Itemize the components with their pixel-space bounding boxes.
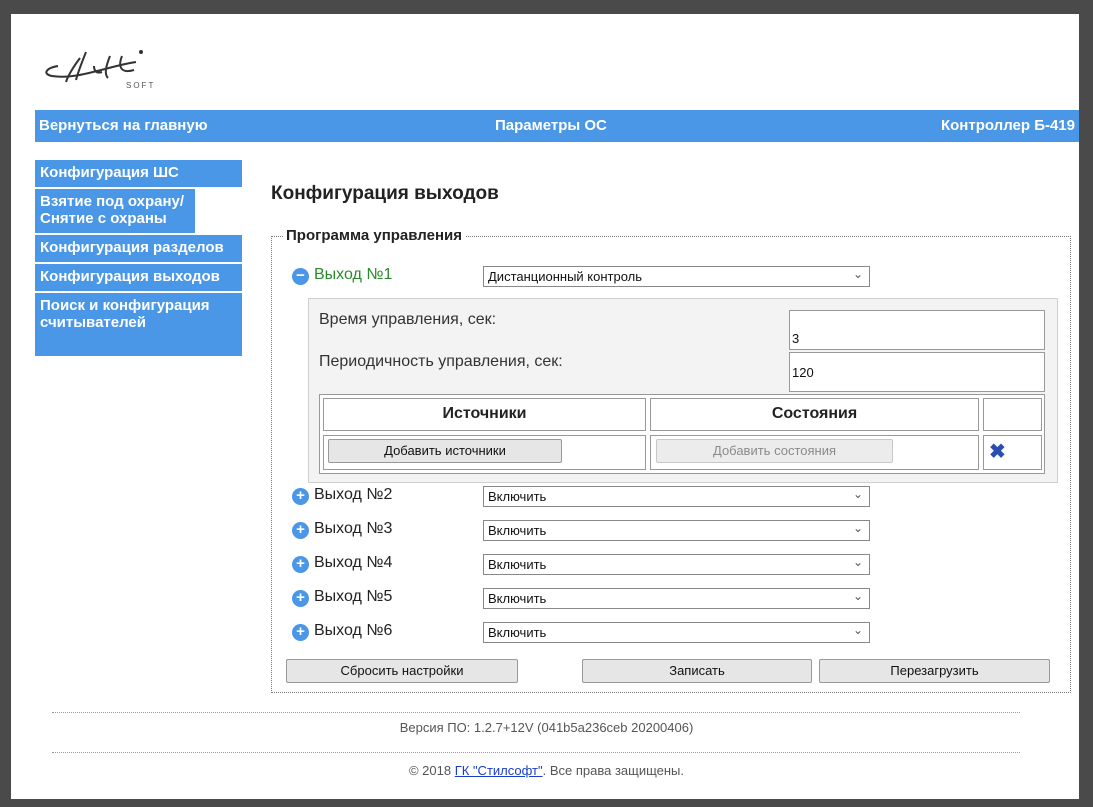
window-frame-top <box>0 0 1093 14</box>
page-section-title: Параметры ОС <box>495 117 607 134</box>
copyright-suffix: . Все права защищены. <box>542 763 685 778</box>
top-navigation-bar: Вернуться на главную Параметры ОС Контро… <box>35 110 1079 142</box>
output-label[interactable]: Выход №2 <box>314 486 392 504</box>
device-title: Контроллер Б-419 <box>940 117 1075 134</box>
output-label[interactable]: Выход №5 <box>314 588 392 606</box>
select-value: Включить <box>488 523 547 538</box>
firmware-version: Версия ПО: 1.2.7+12V (041b5a236ceb 20200… <box>399 720 694 735</box>
chevron-down-icon: ⌄ <box>852 267 863 281</box>
output-label[interactable]: Выход №6 <box>314 622 392 640</box>
control-time-input[interactable]: 3 <box>789 310 1045 350</box>
chevron-down-icon: ⌄ <box>852 521 863 535</box>
output-row-2: + Выход №2 Включить ⌄ <box>292 484 892 508</box>
chevron-down-icon: ⌄ <box>852 623 863 637</box>
footer-divider-top <box>52 712 1020 713</box>
chevron-down-icon: ⌄ <box>852 589 863 603</box>
add-sources-button[interactable]: Добавить источники <box>328 439 562 463</box>
select-value: Включить <box>488 591 547 606</box>
states-header: Состояния <box>650 398 979 431</box>
sources-header: Источники <box>323 398 646 431</box>
output-mode-select[interactable]: Включить ⌄ <box>483 622 870 643</box>
window-frame-left <box>0 0 11 807</box>
sidebar: Конфигурация ШС Взятие под охрану/ Сняти… <box>35 160 242 358</box>
output-mode-select[interactable]: Включить ⌄ <box>483 486 870 507</box>
sidebar-item-zones-config[interactable]: Конфигурация ШС <box>35 160 242 187</box>
chevron-down-icon: ⌄ <box>852 487 863 501</box>
select-value: Включить <box>488 557 547 572</box>
stilsoft-logo: SOFT <box>45 50 155 90</box>
expand-icon[interactable]: + <box>292 590 309 607</box>
period-label: Периодичность управления, сек: <box>319 353 563 370</box>
output-row-5: + Выход №5 Включить ⌄ <box>292 586 892 610</box>
sidebar-item-partitions-config[interactable]: Конфигурация разделов <box>35 235 242 262</box>
write-button[interactable]: Записать <box>582 659 812 683</box>
output-row-3: + Выход №3 Включить ⌄ <box>292 518 892 542</box>
sidebar-item-outputs-config[interactable]: Конфигурация выходов <box>35 264 242 291</box>
select-value: Включить <box>488 625 547 640</box>
control-time-label: Время управления, сек: <box>319 311 497 328</box>
output-label[interactable]: Выход №1 <box>314 266 392 284</box>
output-mode-select[interactable]: Включить ⌄ <box>483 554 870 575</box>
company-link[interactable]: ГК "Стилсофт" <box>455 763 543 778</box>
select-value: Дистанционный контроль <box>488 269 643 284</box>
output-row-1: − Выход №1 Дистанционный контроль ⌄ <box>292 264 892 288</box>
output-mode-select[interactable]: Дистанционный контроль ⌄ <box>483 266 870 287</box>
expand-icon[interactable]: + <box>292 624 309 641</box>
home-link[interactable]: Вернуться на главную <box>39 117 208 134</box>
period-input[interactable]: 120 <box>789 352 1045 392</box>
expand-icon[interactable]: + <box>292 488 309 505</box>
svg-text:SOFT: SOFT <box>126 81 155 90</box>
window-frame-bottom <box>0 799 1093 807</box>
output-mode-select[interactable]: Включить ⌄ <box>483 520 870 541</box>
reset-settings-button[interactable]: Сбросить настройки <box>286 659 518 683</box>
window-frame-right <box>1079 0 1093 807</box>
chevron-down-icon: ⌄ <box>852 555 863 569</box>
footer-divider-bottom <box>52 752 1020 753</box>
add-states-button[interactable]: Добавить состояния <box>656 439 893 463</box>
fieldset-legend: Программа управления <box>283 227 466 244</box>
actions-header <box>983 398 1042 431</box>
collapse-icon[interactable]: − <box>292 268 309 285</box>
output-row-6: + Выход №6 Включить ⌄ <box>292 620 892 644</box>
select-value: Включить <box>488 489 547 504</box>
expand-icon[interactable]: + <box>292 522 309 539</box>
sidebar-item-arm-disarm[interactable]: Взятие под охрану/ Снятие с охраны <box>35 189 195 233</box>
sidebar-item-readers-config[interactable]: Поиск и конфигурация считывателей <box>35 293 242 356</box>
reboot-button[interactable]: Перезагрузить <box>819 659 1050 683</box>
output-label[interactable]: Выход №3 <box>314 520 392 538</box>
copyright: © 2018 ГК "Стилсофт". Все права защищены… <box>0 763 1093 778</box>
delete-icon[interactable]: ✖ <box>989 439 1006 464</box>
output-row-4: + Выход №4 Включить ⌄ <box>292 552 892 576</box>
output-mode-select[interactable]: Включить ⌄ <box>483 588 870 609</box>
output-label[interactable]: Выход №4 <box>314 554 392 572</box>
expand-icon[interactable]: + <box>292 556 309 573</box>
page-title: Конфигурация выходов <box>271 183 499 204</box>
copyright-prefix: © 2018 <box>408 763 452 778</box>
